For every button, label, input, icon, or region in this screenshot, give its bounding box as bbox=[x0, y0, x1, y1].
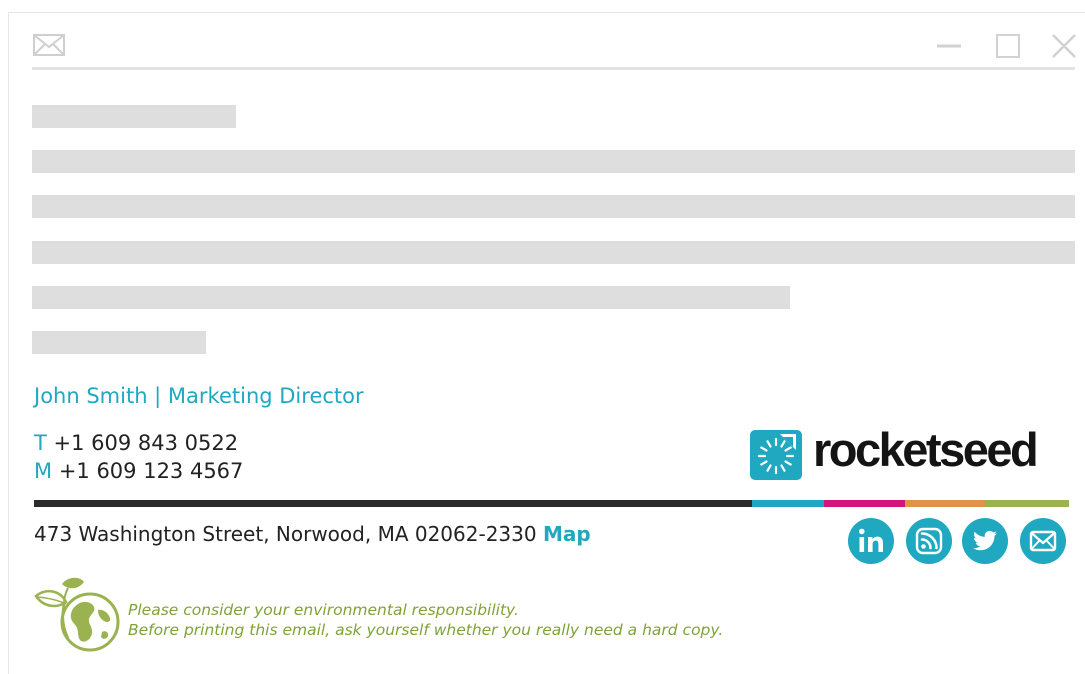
rss-icon[interactable] bbox=[906, 518, 952, 564]
company-logo-text: rocketseed bbox=[813, 423, 1039, 476]
mobile-value: +1 609 123 4567 bbox=[58, 459, 244, 483]
map-link[interactable]: Map bbox=[543, 522, 591, 546]
signature-name-title: John Smith | Marketing Director bbox=[34, 384, 364, 408]
divider-teal bbox=[752, 500, 824, 507]
eco-notice-line-1: Please consider your environmental respo… bbox=[128, 601, 519, 619]
body-placeholder-line bbox=[32, 241, 1075, 264]
company-logo[interactable]: rocketseed bbox=[750, 423, 1075, 484]
signature-phone: T +1 609 843 0522 bbox=[34, 431, 238, 455]
rocketseed-logo-icon bbox=[750, 430, 802, 480]
eco-globe-icon bbox=[34, 577, 120, 652]
eco-notice-line-2: Before printing this email, ask yourself… bbox=[128, 621, 724, 639]
divider-dark bbox=[34, 500, 752, 507]
minimize-icon[interactable] bbox=[936, 33, 962, 59]
address-text: 473 Washington Street, Norwood, MA 02062… bbox=[34, 522, 537, 546]
signature-mobile: M +1 609 123 4567 bbox=[34, 459, 243, 483]
divider-magenta bbox=[824, 500, 905, 507]
twitter-icon[interactable] bbox=[962, 518, 1008, 564]
email-icon[interactable] bbox=[1020, 518, 1066, 564]
body-placeholder-line bbox=[32, 105, 236, 128]
title-divider bbox=[32, 67, 1075, 70]
divider-green bbox=[985, 500, 1069, 507]
divider-orange bbox=[905, 500, 985, 507]
body-placeholder-line bbox=[32, 286, 790, 309]
body-placeholder-line bbox=[32, 331, 206, 354]
phone-label: T bbox=[34, 431, 47, 455]
signature-address: 473 Washington Street, Norwood, MA 02062… bbox=[34, 522, 591, 546]
body-placeholder-line bbox=[32, 150, 1075, 173]
body-placeholder-line bbox=[32, 195, 1075, 218]
eco-notice: Please consider your environmental respo… bbox=[128, 600, 723, 640]
mail-icon bbox=[33, 34, 65, 56]
maximize-icon[interactable] bbox=[995, 33, 1021, 59]
linkedin-icon[interactable] bbox=[848, 518, 894, 564]
close-icon[interactable] bbox=[1051, 33, 1077, 59]
phone-value: +1 609 843 0522 bbox=[53, 431, 239, 455]
mobile-label: M bbox=[34, 459, 53, 483]
